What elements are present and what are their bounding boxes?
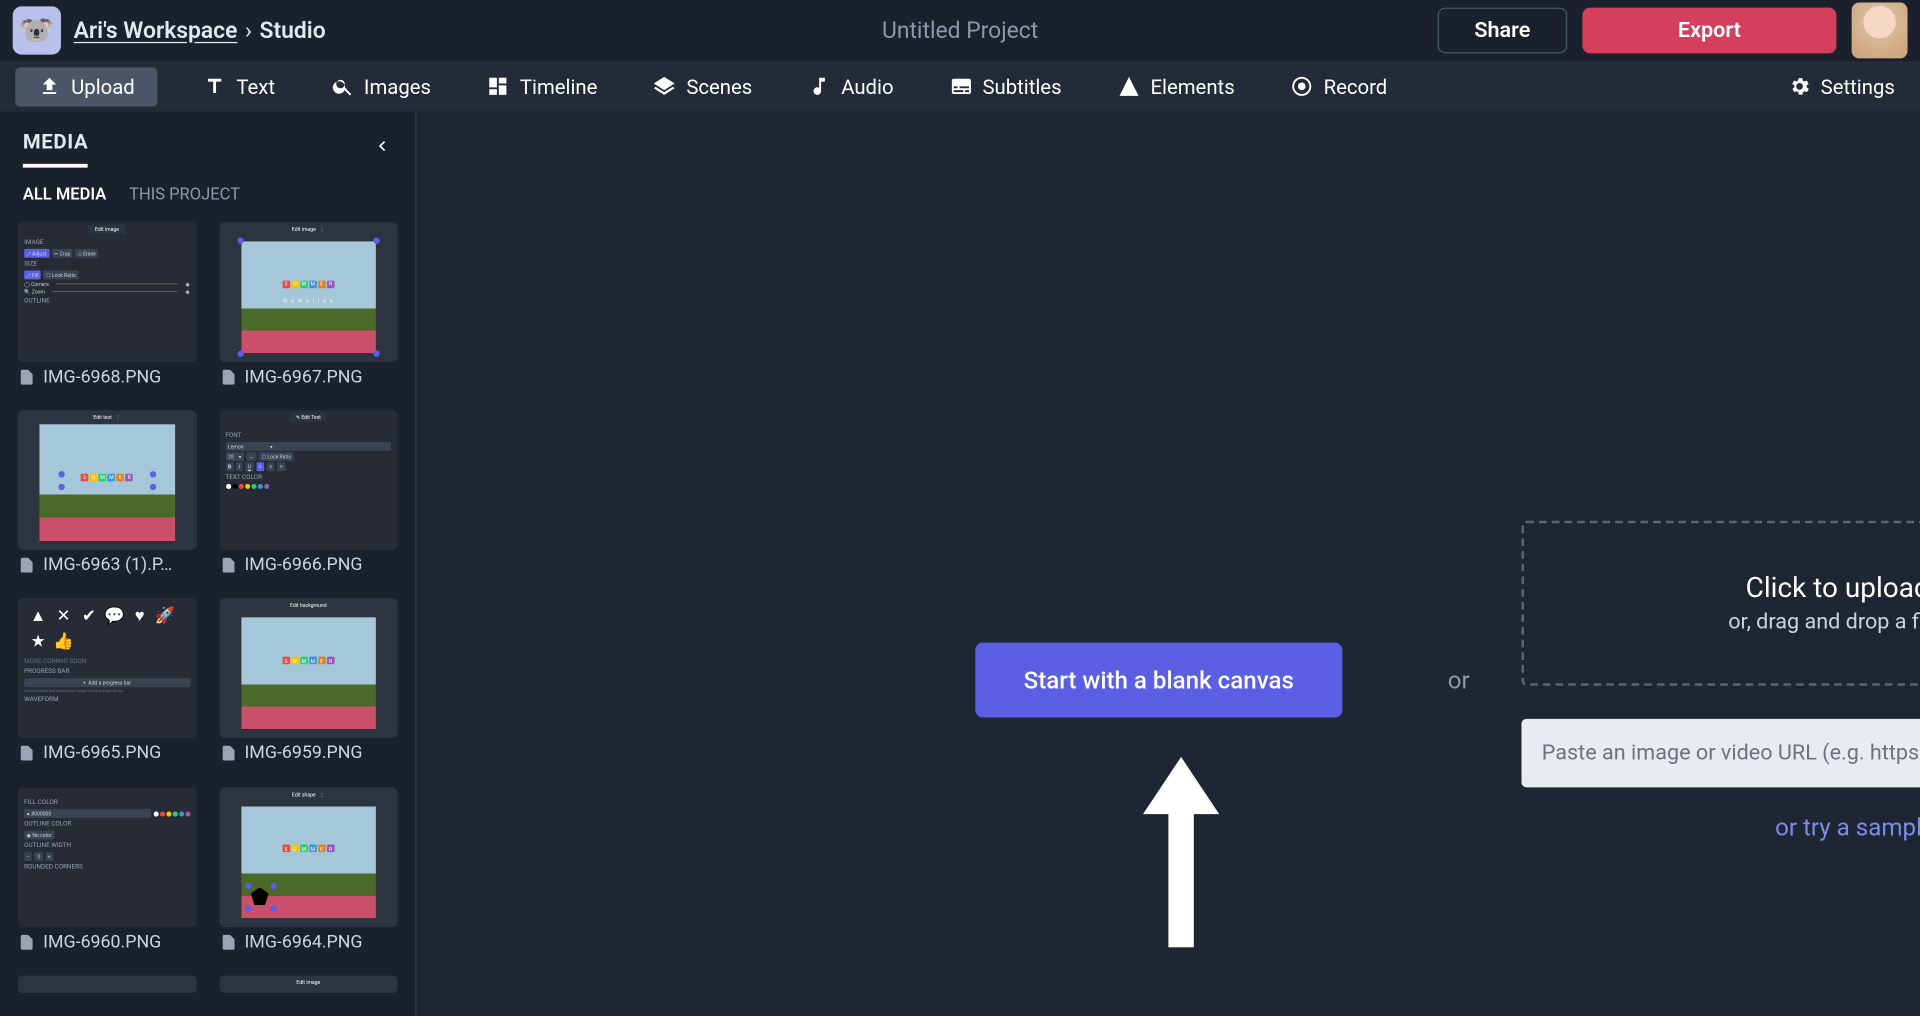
workspace-link[interactable]: Ari's Workspace bbox=[74, 17, 238, 44]
media-filename: IMG-6963 (1).P… bbox=[43, 555, 172, 575]
upload-button[interactable]: Upload bbox=[15, 67, 157, 106]
text-icon bbox=[203, 75, 226, 98]
media-item[interactable]: ▲✕✔💬♥🚀★👍 more coming soon PROGRESS BAR +… bbox=[18, 599, 196, 780]
subtitles-icon bbox=[949, 75, 972, 98]
try-sample-link[interactable]: or try a sample! bbox=[1521, 813, 1920, 842]
media-item[interactable]: Edit background SUMMER IMG-6959.PNG bbox=[219, 599, 397, 780]
media-item[interactable]: Edit image bbox=[219, 975, 397, 993]
images-tool[interactable]: Images bbox=[321, 69, 441, 103]
media-item[interactable]: Edit text ⋮ SUMMER IMG-6963 (1).P… bbox=[18, 410, 196, 591]
search-icon bbox=[331, 75, 354, 98]
media-filename: IMG-6968.PNG bbox=[43, 367, 161, 387]
export-button[interactable]: Export bbox=[1582, 8, 1836, 54]
upload-dropzone[interactable]: Click to upload or, drag and drop a file… bbox=[1521, 521, 1920, 686]
media-filename: IMG-6960.PNG bbox=[43, 932, 161, 952]
record-tool[interactable]: Record bbox=[1280, 69, 1397, 103]
top-bar: 🐨 Ari's Workspace › Studio Untitled Proj… bbox=[0, 0, 1920, 61]
timeline-icon bbox=[487, 75, 510, 98]
start-blank-canvas-button[interactable]: Start with a blank canvas bbox=[975, 643, 1342, 718]
upload-main-text: Click to upload bbox=[1746, 572, 1920, 604]
project-title[interactable]: Untitled Project bbox=[882, 17, 1038, 44]
shapes-icon bbox=[1117, 75, 1140, 98]
settings-tool[interactable]: Settings bbox=[1777, 69, 1905, 103]
subtitles-label: Subtitles bbox=[982, 74, 1061, 98]
media-filename: IMG-6964.PNG bbox=[244, 932, 362, 952]
media-item[interactable]: Edit image ⋮ SUMMER m e m o r i e s IMG-… bbox=[219, 222, 397, 403]
media-item[interactable]: Edit shape ⋮ SUMMER IMG-6964.PNG bbox=[219, 787, 397, 968]
audio-tool[interactable]: Audio bbox=[798, 69, 904, 103]
file-icon bbox=[219, 745, 237, 763]
media-item[interactable] bbox=[18, 975, 196, 993]
elements-label: Elements bbox=[1150, 74, 1234, 98]
sidebar-title: MEDIA bbox=[23, 130, 88, 168]
file-icon bbox=[18, 368, 36, 386]
file-icon bbox=[219, 933, 237, 951]
arrow-up-icon bbox=[1143, 757, 1219, 948]
audio-label: Audio bbox=[841, 74, 893, 98]
elements-tool[interactable]: Elements bbox=[1107, 69, 1245, 103]
collapse-sidebar-button[interactable] bbox=[372, 136, 392, 161]
breadcrumb-separator: › bbox=[245, 17, 252, 44]
subtitles-tool[interactable]: Subtitles bbox=[939, 69, 1071, 103]
upload-icon bbox=[38, 75, 61, 98]
toolbar: Upload Text Images Timeline Scenes Audio… bbox=[0, 61, 1920, 112]
layers-icon bbox=[653, 75, 676, 98]
file-icon bbox=[18, 556, 36, 574]
gear-icon bbox=[1788, 75, 1811, 98]
scenes-tool[interactable]: Scenes bbox=[643, 69, 762, 103]
settings-label: Settings bbox=[1821, 74, 1895, 98]
media-filename: IMG-6965.PNG bbox=[43, 743, 161, 763]
upload-label: Upload bbox=[71, 74, 135, 98]
chevron-left-icon bbox=[372, 136, 392, 156]
media-item[interactable]: ✎ Edit Text FONT Lemon ▾ 28 ▾↔☐ Lock Rat… bbox=[219, 410, 397, 591]
file-icon bbox=[18, 933, 36, 951]
file-icon bbox=[219, 556, 237, 574]
text-label: Text bbox=[236, 74, 275, 98]
url-input[interactable] bbox=[1521, 719, 1920, 788]
text-tool[interactable]: Text bbox=[193, 69, 285, 103]
timeline-tool[interactable]: Timeline bbox=[477, 69, 608, 103]
media-grid[interactable]: Edit image IMAGE ⤢ Adjust✂ Crop◇ Erase S… bbox=[0, 215, 415, 1016]
timeline-label: Timeline bbox=[520, 74, 598, 98]
share-button[interactable]: Share bbox=[1438, 8, 1568, 54]
or-separator: or bbox=[1448, 665, 1470, 694]
section-label: Studio bbox=[259, 17, 325, 44]
record-icon bbox=[1291, 75, 1314, 98]
record-label: Record bbox=[1324, 74, 1388, 98]
file-icon bbox=[18, 745, 36, 763]
scenes-label: Scenes bbox=[686, 74, 752, 98]
breadcrumb: Ari's Workspace › Studio bbox=[74, 17, 326, 44]
tab-this-project[interactable]: THIS PROJECT bbox=[129, 185, 240, 204]
media-item[interactable]: FILL COLOR ● #000000 OUTLINE COLOR ◉ No … bbox=[18, 787, 196, 968]
music-note-icon bbox=[808, 75, 831, 98]
media-filename: IMG-6966.PNG bbox=[244, 555, 362, 575]
media-filename: IMG-6967.PNG bbox=[244, 367, 362, 387]
media-filename: IMG-6959.PNG bbox=[244, 743, 362, 763]
media-item[interactable]: Edit image IMAGE ⤢ Adjust✂ Crop◇ Erase S… bbox=[18, 222, 196, 403]
file-icon bbox=[219, 368, 237, 386]
media-sidebar: MEDIA ALL MEDIA THIS PROJECT Edit image … bbox=[0, 112, 417, 1016]
tab-all-media[interactable]: ALL MEDIA bbox=[23, 185, 106, 204]
images-label: Images bbox=[364, 74, 431, 98]
user-avatar[interactable] bbox=[1852, 3, 1908, 59]
workspace-logo[interactable]: 🐨 bbox=[13, 6, 61, 54]
canvas-area: Start with a blank canvas or Click to up… bbox=[417, 112, 1920, 1016]
upload-sub-text: or, drag and drop a file here bbox=[1728, 609, 1920, 634]
